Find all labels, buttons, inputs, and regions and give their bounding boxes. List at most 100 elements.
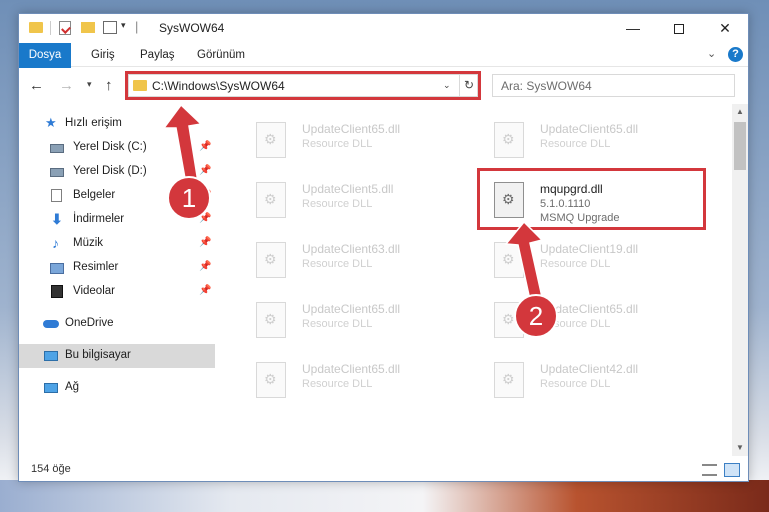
sidebar-item-label: Hızlı erişim [65,117,122,129]
star-icon: ★ [45,115,57,130]
dll-file-icon [494,122,524,158]
file-name: UpdateClient63.dll [302,242,401,256]
file-item[interactable]: UpdateClient65.dll Resource DLL [470,112,700,164]
sidebar-item-local-disk-c[interactable]: Yerel Disk (C:) 📌 [19,136,215,160]
dll-file-icon [256,242,286,278]
music-icon: ♪ [52,235,59,251]
file-description: Resource DLL [302,318,373,330]
scroll-up-icon[interactable]: ▲ [732,104,748,120]
sidebar-item-label: Belgeler [73,189,116,201]
pin-icon: 📌 [199,141,212,152]
dll-file-icon [494,362,524,398]
file-name: UpdateClient65.dll [302,122,401,136]
file-name: UpdateClient65.dll [540,122,639,136]
maximize-icon [674,24,684,34]
desktop-background [0,480,769,512]
file-item[interactable]: UpdateClient42.dll Resource DLL [470,352,700,404]
dll-file-icon [256,122,286,158]
file-description: Resource DLL [302,258,373,270]
file-item[interactable]: UpdateClient5.dll Resource DLL [232,172,462,224]
cloud-icon [43,320,59,328]
sidebar-item-network[interactable]: Ağ [19,376,215,400]
navigation-pane: ★ Hızlı erişim Yerel Disk (C:) 📌 Yerel D… [19,104,215,456]
tab-view[interactable]: Görünüm [197,43,245,67]
sidebar-item-videos[interactable]: Videolar 📌 [19,280,215,304]
file-description: Resource DLL [302,198,373,210]
large-icons-view-icon[interactable] [724,463,740,477]
file-item[interactable]: UpdateClient65.dll Resource DLL [232,112,462,164]
search-placeholder: Ara: SysWOW64 [501,79,592,93]
file-description: Resource DLL [302,378,373,390]
help-icon[interactable]: ? [728,47,743,62]
file-explorer-window: ▾ | SysWOW64 — ✕ Dosya Giriş Paylaş Görü… [18,13,749,482]
file-name: UpdateClient19.dll [540,242,639,256]
file-name: UpdateClient65.dll [302,302,401,316]
divider: | [135,19,139,34]
file-description: Resource DLL [302,138,373,150]
file-item[interactable]: UpdateClient19.dll Resource DLL [470,232,700,284]
title-bar: ▾ | SysWOW64 — ✕ [19,14,748,43]
file-item[interactable]: UpdateClient65.dll Resource DLL [232,292,462,344]
network-icon [44,383,58,393]
sidebar-item-label: Videolar [73,285,115,297]
scroll-thumb[interactable] [734,122,746,170]
dll-file-icon [256,362,286,398]
window-title: SysWOW64 [159,21,225,35]
file-name: UpdateClient65.dll [302,362,401,376]
back-button[interactable]: ← [29,77,44,94]
maximize-button[interactable] [656,14,702,43]
file-item[interactable]: UpdateClient63.dll Resource DLL [232,232,462,284]
sidebar-item-music[interactable]: ♪ Müzik 📌 [19,232,215,256]
up-button[interactable]: ↑ [105,77,113,94]
sidebar-item-pictures[interactable]: Resimler 📌 [19,256,215,280]
pin-icon: 📌 [199,261,212,272]
search-input[interactable]: Ara: SysWOW64 [492,74,735,97]
new-folder-icon[interactable] [81,22,95,33]
file-description: Resource DLL [540,258,611,270]
file-name: UpdateClient5.dll [302,182,394,196]
sidebar-item-onedrive[interactable]: OneDrive [19,312,215,336]
file-item[interactable]: UpdateClient65.dll Resource DLL [232,352,462,404]
step-1-badge: 1 [167,176,211,220]
disk-icon [50,168,64,177]
properties-icon[interactable] [59,21,71,35]
pin-icon: 📌 [199,285,212,296]
close-button[interactable]: ✕ [702,14,748,43]
sidebar-item-this-pc[interactable]: Bu bilgisayar [19,344,215,368]
sidebar-item-label: Müzik [73,237,104,249]
tab-share[interactable]: Paylaş [140,43,175,67]
address-highlight-box [125,71,481,100]
file-item[interactable]: UpdateClient65.dll Resource DLL [470,292,700,344]
chevron-down-icon[interactable]: ▾ [121,20,126,38]
folder-icon [29,22,43,33]
vertical-scrollbar[interactable]: ▲ ▼ [732,104,748,456]
file-description: Resource DLL [540,138,611,150]
pin-icon: 📌 [199,237,212,248]
forward-button[interactable]: → [59,77,74,94]
scroll-down-icon[interactable]: ▼ [732,440,748,456]
pin-icon: 📌 [199,165,212,176]
dll-file-icon [494,242,524,278]
divider [50,21,51,35]
document-icon [51,189,62,202]
minimize-button[interactable]: — [610,14,656,43]
details-view-icon[interactable] [702,464,717,476]
dll-file-icon [256,302,286,338]
sidebar-item-label: OneDrive [65,317,114,329]
recent-locations-button[interactable]: ▾ [87,79,92,90]
sidebar-item-label: Resimler [73,261,119,273]
navigation-bar: ← → ▾ ↑ C:\Windows\SysWOW64 ⌄ ↻ Ara: Sys… [19,68,748,104]
quick-access-menu-icon[interactable] [103,21,117,34]
step-2-badge: 2 [514,294,558,338]
expand-ribbon-icon[interactable]: ⌄ [707,47,716,60]
dll-file-icon [256,182,286,218]
sidebar-item-label: Yerel Disk (C:) [73,141,147,153]
tab-home[interactable]: Giriş [91,43,115,67]
video-icon [51,285,63,298]
disk-icon [50,144,64,153]
file-list: UpdateClient65.dll Resource DLL UpdateCl… [216,104,732,456]
sidebar-item-quick-access[interactable]: ★ Hızlı erişim [19,112,215,136]
computer-icon [44,351,58,361]
status-bar: 154 öğe [19,458,748,481]
sidebar-item-label: Ağ [65,381,80,393]
